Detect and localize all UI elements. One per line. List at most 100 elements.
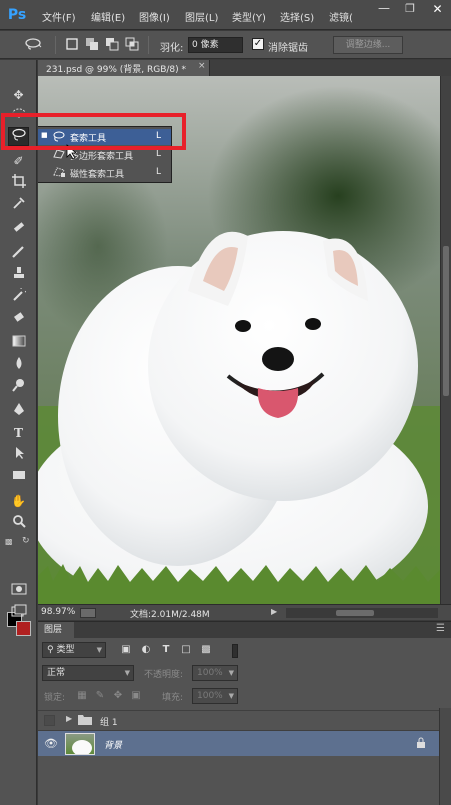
menu-edit[interactable]: 编辑(E) (91, 9, 125, 24)
status-menu-arrow-icon[interactable]: ▶ (271, 607, 277, 616)
pixel-filter-icon[interactable]: ▣ (120, 644, 132, 656)
clone-stamp-tool-icon[interactable] (8, 266, 29, 285)
layer-thumbnail (65, 733, 95, 755)
healing-brush-tool-icon[interactable] (8, 220, 29, 239)
chevron-down-icon: ▼ (228, 669, 234, 677)
menu-file[interactable]: 文件(F) (42, 9, 76, 24)
fill-value: 100% (197, 691, 223, 701)
polygonal-lasso-icon (52, 148, 66, 163)
brush-tool-icon[interactable] (8, 244, 29, 263)
scrollbar-thumb[interactable] (336, 610, 374, 616)
shape-filter-icon[interactable]: □ (180, 644, 192, 656)
document-tab[interactable]: 231.psd @ 99% (背景, RGB/8) * × (38, 60, 210, 76)
feather-label: 羽化: (160, 43, 184, 54)
canvas-vertical-scrollbar[interactable] (440, 76, 451, 604)
lock-all-icon[interactable]: ▣ (130, 690, 142, 702)
visibility-toggle[interactable] (44, 715, 55, 726)
type-filter-icon[interactable]: T (160, 644, 172, 656)
eyedropper-tool-icon[interactable] (8, 196, 29, 215)
lock-transparency-icon[interactable]: ▦ (76, 690, 88, 702)
background-color-swatch[interactable] (16, 621, 31, 636)
zoom-tool-icon[interactable] (8, 514, 29, 533)
status-bar: 98.97% 文档:2.01M/2.48M ▶ (38, 604, 451, 620)
flyout-label: 多边形套索工具 (70, 152, 134, 162)
layer-row-group[interactable]: ▶ 组 1 (38, 710, 439, 730)
antialias-checkbox[interactable]: ✓ (252, 38, 264, 50)
refine-edge-button[interactable]: 调整边缘... (333, 36, 403, 54)
default-colors-icon[interactable]: ▩ (5, 537, 13, 546)
layer-row-background[interactable]: 👁 背景 (38, 730, 439, 756)
flyout-label: 磁性套索工具 (70, 170, 125, 180)
lasso-icon[interactable] (22, 37, 44, 52)
adjustment-filter-icon[interactable]: ◐ (140, 644, 152, 656)
swap-colors-icon[interactable]: ↻ (22, 536, 30, 546)
opacity-value: 100% (197, 668, 223, 678)
gradient-tool-icon[interactable] (8, 334, 29, 353)
menu-image[interactable]: 图像(I) (139, 9, 170, 24)
new-selection-icon[interactable] (64, 37, 80, 52)
eraser-tool-icon[interactable] (8, 310, 29, 329)
screen-mode-icon[interactable] (8, 604, 29, 623)
panel-menu-icon[interactable]: ☰ (436, 623, 445, 634)
canvas-horizontal-scrollbar[interactable] (286, 608, 438, 618)
blend-mode-value: 正常 (47, 668, 66, 678)
document-title: 231.psd @ 99% (背景, RGB/8) * (46, 65, 187, 75)
blur-tool-icon[interactable] (8, 356, 29, 375)
tools-panel: ✥ ✐ T ✋ ▩ ↻ (0, 60, 37, 805)
lock-row: 锁定: ▦ ✎ ✥ ▣ 填充: 100% ▼ (38, 685, 451, 707)
history-brush-tool-icon[interactable] (8, 285, 29, 307)
menu-filter[interactable]: 滤镜( (329, 9, 353, 24)
layers-scrollbar[interactable] (439, 708, 451, 805)
options-bar: 羽化: 0 像素 ✓ 消除锯齿 调整边缘... (0, 31, 451, 59)
lock-pixels-icon[interactable]: ✎ (94, 690, 106, 702)
filter-kind-dropdown[interactable]: ⚲ 类型 ▼ (42, 642, 106, 658)
minimize-icon[interactable]: — (372, 0, 396, 18)
crop-tool-icon[interactable] (8, 174, 29, 193)
lock-position-icon[interactable]: ✥ (112, 690, 124, 702)
magnetic-lasso-icon (52, 166, 66, 181)
type-tool-icon[interactable]: T (8, 424, 29, 443)
path-select-tool-icon[interactable] (8, 446, 29, 465)
quick-mask-icon[interactable] (8, 582, 29, 601)
document-canvas[interactable]: ■ 套索工具 L 多边形套索工具 L 磁性套索工具 L (38, 76, 440, 604)
separator (148, 36, 149, 54)
layer-filter-row: ⚲ 类型 ▼ ▣ ◐ T □ ▩ (38, 640, 451, 662)
chevron-down-icon: ▼ (96, 646, 102, 654)
blend-row: 正常 ▼ 不透明度: 100% ▼ (38, 662, 451, 684)
folder-icon (78, 714, 92, 728)
scrollbar-thumb[interactable] (443, 246, 449, 396)
feather-input[interactable]: 0 像素 (188, 37, 243, 53)
close-icon[interactable]: ✕ (424, 0, 451, 18)
flyout-item-magnetic-lasso[interactable]: 磁性套索工具 L (38, 165, 171, 181)
separator (55, 36, 56, 54)
antialias-label: 消除锯齿 (268, 43, 308, 54)
fill-input[interactable]: 100% ▼ (192, 688, 238, 704)
pen-tool-icon[interactable] (8, 402, 29, 421)
expand-arrow-icon[interactable]: ▶ (66, 714, 72, 723)
move-tool-icon[interactable]: ✥ (8, 86, 29, 105)
add-selection-icon[interactable] (84, 37, 100, 52)
zoom-level[interactable]: 98.97% (41, 607, 75, 617)
tab-layers[interactable]: 图层 (38, 622, 74, 638)
intersect-selection-icon[interactable] (124, 37, 140, 52)
menu-layer[interactable]: 图层(L) (185, 9, 218, 24)
eye-icon[interactable]: 👁 (44, 737, 58, 750)
layers-panel: 图层 ☰ ⚲ 类型 ▼ ▣ ◐ T □ ▩ 正常 ▼ 不透明度: 100% ▼ … (38, 621, 451, 805)
shape-tool-icon[interactable] (8, 468, 29, 487)
export-icon[interactable] (80, 608, 96, 618)
photoshop-logo: Ps (7, 7, 27, 23)
blend-mode-dropdown[interactable]: 正常 ▼ (42, 665, 134, 681)
dodge-tool-icon[interactable] (8, 378, 29, 397)
menu-select[interactable]: 选择(S) (280, 9, 314, 24)
restore-icon[interactable]: ❐ (398, 0, 422, 18)
opacity-label: 不透明度: (144, 670, 184, 680)
chevron-down-icon: ▼ (124, 669, 130, 677)
smart-object-filter-icon[interactable]: ▩ (200, 644, 212, 656)
quick-select-tool-icon[interactable]: ✐ (8, 152, 29, 171)
close-tab-icon[interactable]: × (198, 61, 206, 71)
menu-type[interactable]: 类型(Y) (232, 9, 266, 24)
hand-tool-icon[interactable]: ✋ (8, 492, 29, 511)
filter-toggle[interactable] (232, 644, 238, 658)
opacity-input[interactable]: 100% ▼ (192, 665, 238, 681)
subtract-selection-icon[interactable] (104, 37, 120, 52)
